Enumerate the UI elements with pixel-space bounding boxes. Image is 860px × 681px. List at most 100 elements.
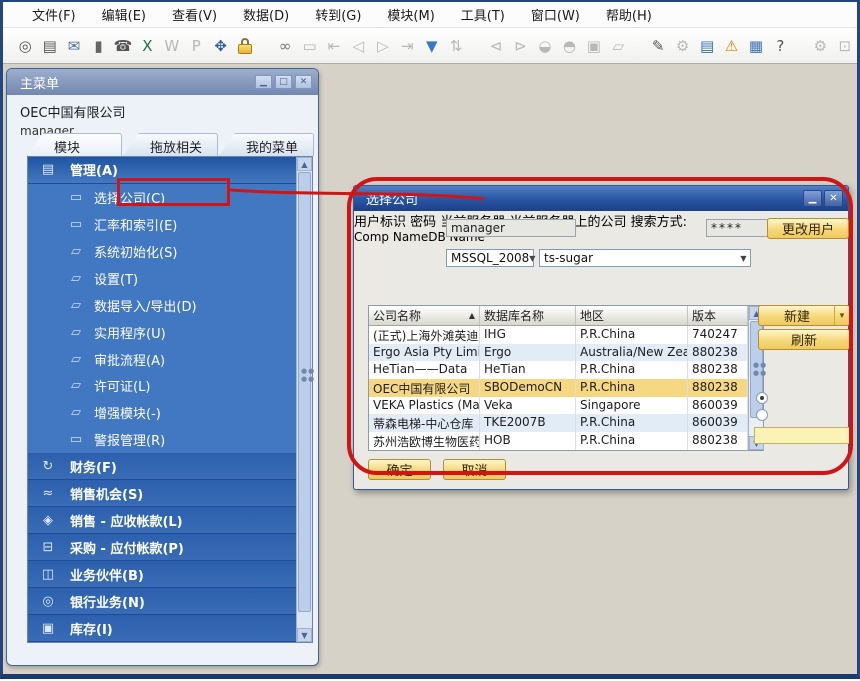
- server-type-select[interactable]: MSSQL_2008 ▼: [446, 249, 534, 267]
- addon-export-icon[interactable]: ⊡: [835, 35, 854, 57]
- duplicate-icon[interactable]: ▣: [584, 35, 603, 57]
- help-icon[interactable]: ?: [771, 35, 790, 57]
- tree-item-17[interactable]: ▣库存(I): [28, 615, 296, 642]
- tree-item-3[interactable]: ▱系统初始化(S): [28, 238, 296, 265]
- calendar-icon[interactable]: ▦: [746, 35, 765, 57]
- tree-item-1[interactable]: ▭选择公司(C): [28, 184, 296, 211]
- previous-record-icon[interactable]: ◁: [349, 35, 368, 57]
- sort-icon[interactable]: ⇅: [446, 35, 465, 57]
- column-header-1[interactable]: 数据库名称: [480, 306, 576, 325]
- addon-settings-icon[interactable]: ⚙: [811, 35, 830, 57]
- menu-item-1[interactable]: 编辑(E): [89, 5, 159, 24]
- query-form-icon[interactable]: ▤: [697, 35, 716, 57]
- find-icon[interactable]: ∞: [275, 35, 294, 57]
- tree-item-13[interactable]: ◈销售 - 应收帐款(L): [28, 507, 296, 534]
- close-icon[interactable]: ✕: [295, 75, 312, 89]
- column-header-2[interactable]: 地区: [576, 306, 688, 325]
- maximize-icon[interactable]: □: [275, 75, 292, 89]
- menu-item-2[interactable]: 查看(V): [159, 5, 230, 24]
- folder-icon: ▱: [66, 244, 86, 259]
- menu-item-4[interactable]: 转到(G): [302, 5, 374, 24]
- tree-item-6[interactable]: ▱实用程序(U): [28, 319, 296, 346]
- dialog-title-bar[interactable]: 选择公司 ▁ ✕: [354, 186, 848, 211]
- mobile-upload-icon[interactable]: ▮: [89, 35, 108, 57]
- column-header-label: 版本: [692, 307, 716, 324]
- next-record-icon[interactable]: ▷: [373, 35, 392, 57]
- export-word-icon[interactable]: W: [162, 35, 181, 57]
- search-mode-radio-1[interactable]: [756, 409, 768, 421]
- menu-item-7[interactable]: 窗口(W): [518, 5, 593, 24]
- user-id-field[interactable]: manager: [446, 219, 576, 237]
- server-name-select[interactable]: ts-sugar ▼: [539, 249, 751, 267]
- print-preview-icon[interactable]: ◎: [16, 35, 35, 57]
- search-input[interactable]: [754, 427, 850, 444]
- form-settings-gear-icon[interactable]: ⚙: [673, 35, 692, 57]
- tree-item-16[interactable]: ◎银行业务(N): [28, 588, 296, 615]
- scroll-down-icon[interactable]: ▼: [297, 628, 312, 642]
- navigate-icon[interactable]: ✥: [211, 35, 230, 57]
- export-pdf-icon[interactable]: P: [187, 35, 206, 57]
- tree-item-7[interactable]: ▱审批流程(A): [28, 346, 296, 373]
- tab-1[interactable]: 拖放相关: [123, 133, 218, 156]
- search-mode-radio-0[interactable]: [756, 392, 768, 404]
- edit-pencil-icon[interactable]: ✎: [649, 35, 668, 57]
- drafts-folder-icon[interactable]: ▱: [609, 35, 628, 57]
- opportunities-icon: ≈: [38, 486, 58, 501]
- tree-item-9[interactable]: ▱增强模块(-): [28, 399, 296, 426]
- table-row[interactable]: 蒂森电梯-中心仓库TKE2007BP.R.China860039: [369, 414, 748, 432]
- table-row[interactable]: (正式)上海外滩英迪IHGP.R.China740247: [369, 326, 748, 344]
- tree-item-11[interactable]: ↻财务(F): [28, 453, 296, 480]
- dialog-close-icon[interactable]: ✕: [824, 190, 843, 207]
- tree-item-2[interactable]: ▭汇率和索引(E): [28, 211, 296, 238]
- table-row[interactable]: Ergo Asia Pty LimitedErgoAustralia/New Z…: [369, 344, 748, 362]
- lock-screen-icon[interactable]: [235, 35, 254, 57]
- menu-item-5[interactable]: 模块(M): [374, 5, 447, 24]
- refresh-button[interactable]: 刷新: [758, 329, 850, 350]
- cancel-button[interactable]: 取消: [443, 459, 506, 480]
- tab-2[interactable]: 我的菜单: [219, 133, 314, 156]
- print-icon[interactable]: ▤: [40, 35, 59, 57]
- warning-messages-icon[interactable]: ⚠: [722, 35, 741, 57]
- table-row[interactable]: HeTian——DataHeTianP.R.China880238: [369, 361, 748, 379]
- doc-back-icon[interactable]: ⊲: [486, 35, 505, 57]
- dialog-minimize-icon[interactable]: ▁: [803, 190, 822, 207]
- fax-icon[interactable]: ☎: [113, 35, 132, 57]
- tree-scrollbar-thumb[interactable]: [298, 172, 311, 612]
- first-record-icon[interactable]: ⇤: [324, 35, 343, 57]
- menu-item-0[interactable]: 文件(F): [19, 5, 89, 24]
- menu-item-6[interactable]: 工具(T): [448, 5, 518, 24]
- menu-item-8[interactable]: 帮助(H): [593, 5, 665, 24]
- filter-icon[interactable]: ▼: [422, 35, 441, 57]
- payment-wizard-icon[interactable]: ◓: [560, 35, 579, 57]
- tree-item-10[interactable]: ▭警报管理(R): [28, 426, 296, 453]
- send-message-icon[interactable]: ✉: [64, 35, 83, 57]
- tree-item-4[interactable]: ▱设置(T): [28, 265, 296, 292]
- menu-item-3[interactable]: 数据(D): [230, 5, 302, 24]
- scroll-up-icon[interactable]: ▲: [297, 157, 312, 171]
- tree-item-15[interactable]: ◫业务伙伴(B): [28, 561, 296, 588]
- tree-item-0[interactable]: ▤管理(A): [28, 157, 296, 184]
- ok-button[interactable]: 确定: [368, 459, 431, 480]
- column-header-3[interactable]: 版本: [688, 306, 748, 325]
- tree-item-5[interactable]: ▱数据导入/导出(D): [28, 292, 296, 319]
- main-menu-title-bar[interactable]: 主菜单 ▁ □ ✕: [7, 69, 318, 95]
- export-excel-icon[interactable]: X: [138, 35, 157, 57]
- table-row[interactable]: VEKA Plastics (MalaysiVekaSingapore86003…: [369, 397, 748, 415]
- table-row[interactable]: 苏州浩欧博生物医药HOBP.R.China880238: [369, 432, 748, 450]
- tree-scrollbar[interactable]: ▲ ●●●● ▼: [296, 157, 312, 642]
- tree-item-12[interactable]: ≈销售机会(S): [28, 480, 296, 507]
- table-row[interactable]: OEC中国有限公司SBODemoCNP.R.China880238: [369, 379, 748, 397]
- new-button[interactable]: 新建 ▼: [758, 305, 850, 326]
- add-record-icon[interactable]: ▭: [300, 35, 319, 57]
- column-header-0[interactable]: 公司名称▲: [369, 306, 480, 325]
- tree-item-14[interactable]: ⊟采购 - 应付帐款(P): [28, 534, 296, 561]
- tree-item-8[interactable]: ▱许可证(L): [28, 373, 296, 400]
- chevron-down-icon[interactable]: ▼: [834, 306, 849, 325]
- payment-means-icon[interactable]: ◒: [535, 35, 554, 57]
- tab-0[interactable]: 模块: [27, 133, 122, 156]
- doc-forward-icon[interactable]: ⊳: [511, 35, 530, 57]
- tree-item-label: 许可证(L): [94, 376, 150, 395]
- minimize-icon[interactable]: ▁: [255, 75, 272, 89]
- change-user-button[interactable]: 更改用户: [767, 218, 849, 239]
- last-record-icon[interactable]: ⇥: [398, 35, 417, 57]
